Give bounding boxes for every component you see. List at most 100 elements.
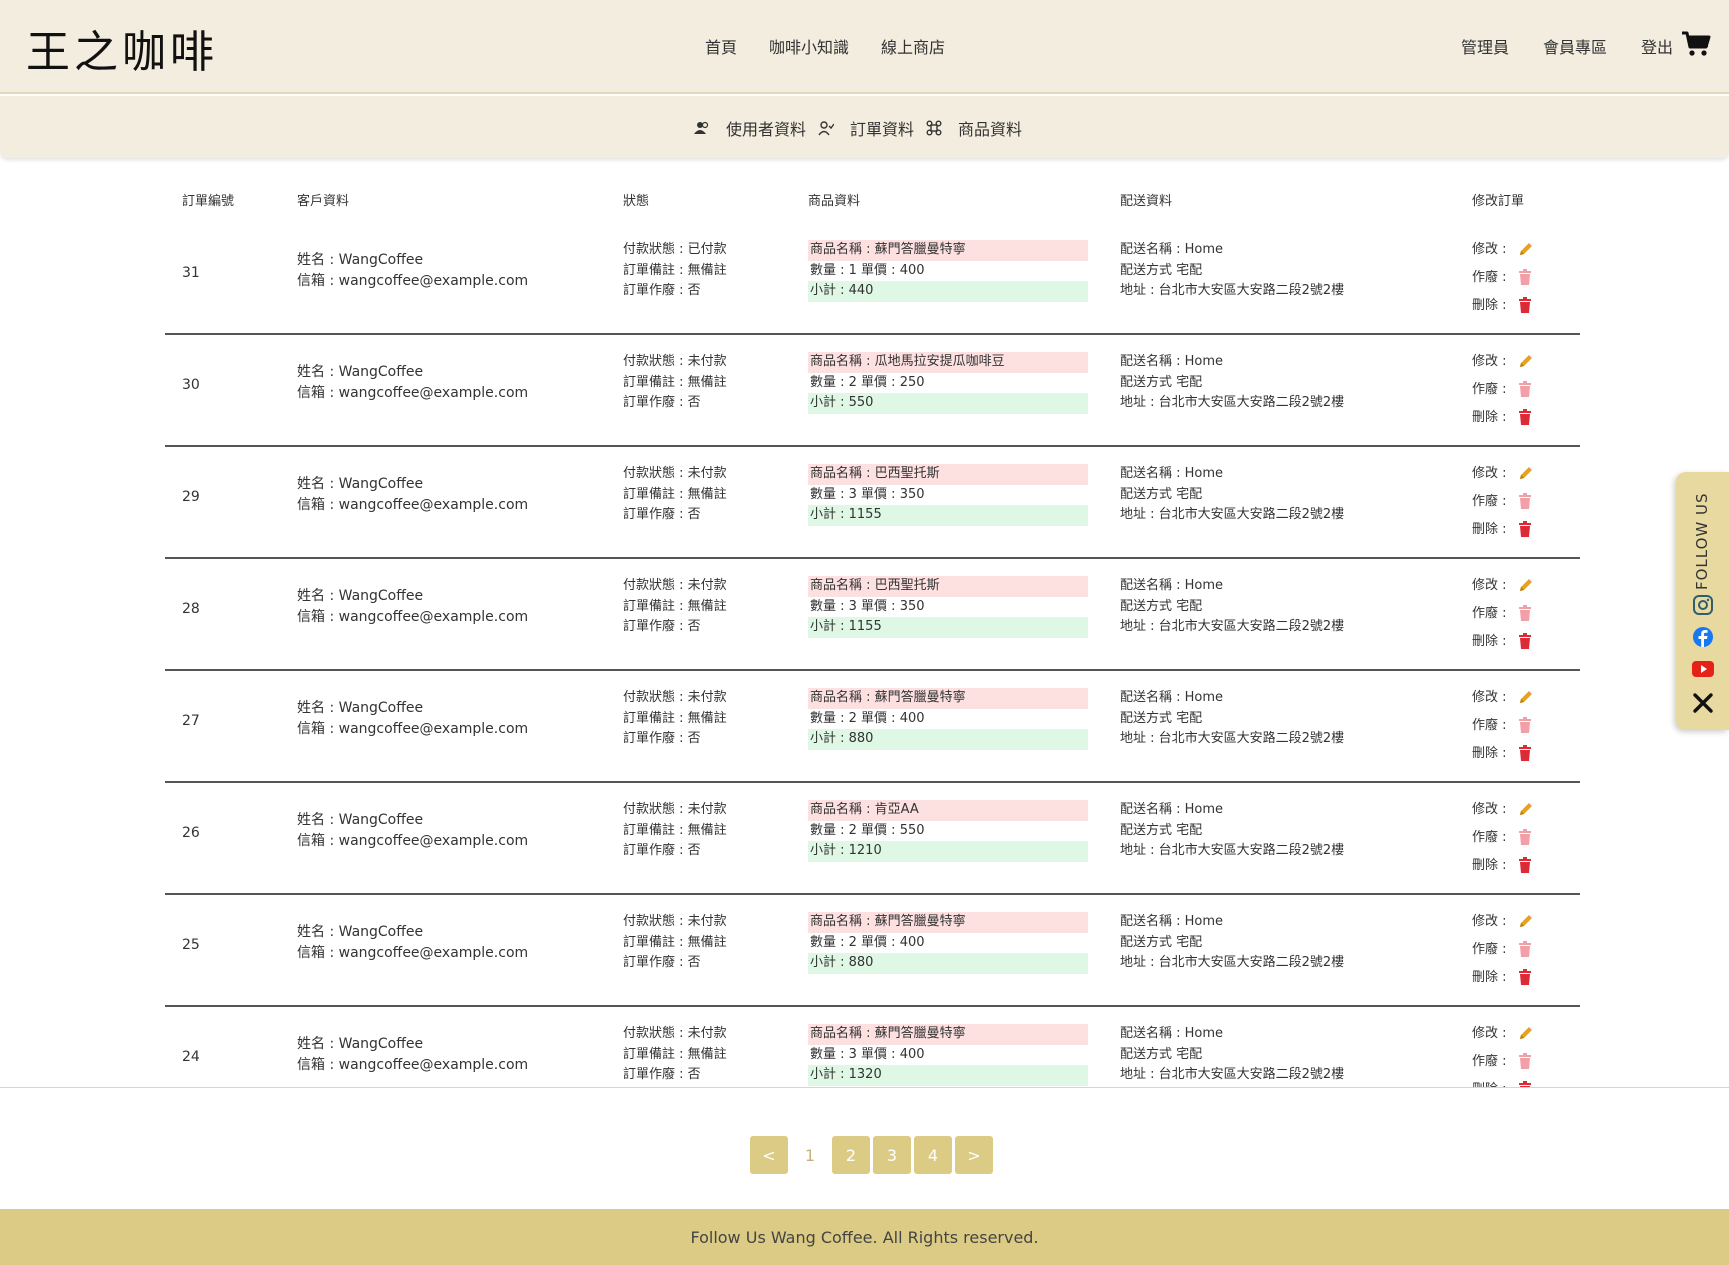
follow-us-label: FOLLOW US (1693, 492, 1711, 590)
nav-admin-link[interactable]: 管理員 (1461, 34, 1509, 58)
nav-home-link[interactable]: 首頁 (705, 34, 737, 58)
pencil-icon[interactable] (1518, 577, 1534, 593)
trash-icon[interactable] (1518, 745, 1532, 761)
trash-icon[interactable] (1518, 409, 1532, 425)
page-3-button[interactable]: 3 (873, 1136, 911, 1174)
shipping-name: 配送名稱 : Home (1120, 354, 1224, 369)
order-note: 訂單備註 : 無備註 (623, 934, 727, 950)
trash-icon[interactable] (1518, 493, 1532, 509)
payment-status: 付款狀態 : 未付款 (623, 354, 727, 369)
customer-email: 信箱 : wangcoffee@example.com (297, 609, 529, 625)
trash-icon[interactable] (1518, 969, 1532, 985)
table-row: 24 姓名 : WangCoffee 信箱 : wangcoffee@example… (165, 1007, 1580, 1087)
pencil-icon[interactable] (1518, 801, 1534, 817)
main-nav: 首頁 咖啡小知識 線上商店 (705, 34, 945, 58)
product-name: 商品名稱 : 瓜地馬拉安提瓜咖啡豆 (808, 352, 1088, 373)
prev-page-button[interactable]: < (750, 1136, 788, 1174)
subnav-product-data-link[interactable]: 商品資料 (958, 116, 1022, 140)
nav-online-store-link[interactable]: 線上商店 (881, 34, 945, 58)
customer-info: 姓名 : WangCoffee 信箱 : wangcoffee@example.c… (297, 586, 528, 628)
pencil-icon[interactable] (1518, 241, 1534, 257)
facebook-icon[interactable] (1692, 626, 1714, 648)
customer-name: 姓名 : WangCoffee (297, 700, 424, 716)
nav-member-area-link[interactable]: 會員專區 (1543, 34, 1607, 58)
order-void-status: 訂單作廢 : 否 (623, 283, 701, 298)
product-subtotal: 小計 : 1155 (808, 505, 1088, 526)
pencil-icon[interactable] (1518, 689, 1534, 705)
x-icon[interactable] (1692, 692, 1714, 714)
customer-email: 信箱 : wangcoffee@example.com (297, 945, 529, 961)
order-actions: 修改 : 作廢 : 刪除 : (1472, 907, 1534, 991)
product-quantity-price: 數量 : 2 單價 : 550 (810, 822, 925, 838)
payment-status: 付款狀態 : 未付款 (623, 578, 727, 593)
payment-status: 付款狀態 : 未付款 (623, 466, 727, 481)
customer-name: 姓名 : WangCoffee (297, 588, 424, 604)
order-status: 付款狀態 : 未付款 訂單備註 : 無備註 訂單作廢 : 否 (623, 912, 727, 974)
page-4-button[interactable]: 4 (914, 1136, 952, 1174)
shipping-address: 地址 : 台北市大安區大安路二段2號2樓 (1120, 731, 1345, 746)
orders-table[interactable]: 訂單編號 客戶資料 狀態 商品資料 配送資料 修改訂單 31 姓名 : WangC… (0, 160, 1729, 1088)
instagram-icon[interactable] (1692, 594, 1714, 616)
order-id: 29 (182, 489, 200, 505)
order-void-status: 訂單作廢 : 否 (623, 731, 701, 746)
trash-icon[interactable] (1518, 269, 1532, 285)
trash-icon[interactable] (1518, 829, 1532, 845)
subnav-order-data-link[interactable]: 訂單資料 (850, 116, 914, 140)
site-logo[interactable]: 王之咖啡 (26, 16, 218, 80)
order-actions: 修改 : 作廢 : 刪除 : (1472, 235, 1534, 319)
order-actions: 修改 : 作廢 : 刪除 : (1472, 571, 1534, 655)
shipping-address: 地址 : 台北市大安區大安路二段2號2樓 (1120, 955, 1345, 970)
order-status: 付款狀態 : 未付款 訂單備註 : 無備註 訂單作廢 : 否 (623, 352, 727, 414)
nav-coffee-knowledge-link[interactable]: 咖啡小知識 (769, 34, 849, 58)
pencil-icon[interactable] (1518, 913, 1534, 929)
nav-logout-link[interactable]: 登出 (1641, 34, 1673, 58)
product-name: 商品名稱 : 蘇門答臘曼特寧 (808, 688, 1088, 709)
order-note: 訂單備註 : 無備註 (623, 710, 727, 726)
page-1-button[interactable]: 1 (791, 1136, 829, 1174)
pencil-icon[interactable] (1518, 465, 1534, 481)
order-status: 付款狀態 : 未付款 訂單備註 : 無備註 訂單作廢 : 否 (623, 576, 727, 638)
pagination: < 1 2 3 4 > (750, 1136, 993, 1174)
trash-icon[interactable] (1518, 633, 1532, 649)
trash-icon[interactable] (1518, 605, 1532, 621)
next-page-button[interactable]: > (955, 1136, 993, 1174)
customer-email: 信箱 : wangcoffee@example.com (297, 833, 529, 849)
delete-label: 刪除 : (1472, 857, 1507, 873)
shipping-address: 地址 : 台北市大安區大安路二段2號2樓 (1120, 395, 1345, 410)
youtube-icon[interactable] (1692, 660, 1714, 678)
trash-icon[interactable] (1518, 857, 1532, 873)
product-name: 商品名稱 : 蘇門答臘曼特寧 (808, 912, 1088, 933)
delete-label: 刪除 : (1472, 409, 1507, 425)
users-icon (694, 121, 709, 134)
product-quantity-price: 數量 : 2 單價 : 250 (810, 374, 925, 390)
trash-icon[interactable] (1518, 381, 1532, 397)
page-2-button[interactable]: 2 (832, 1136, 870, 1174)
table-row: 29 姓名 : WangCoffee 信箱 : wangcoffee@example… (165, 447, 1580, 559)
void-label: 作廢 : (1472, 941, 1507, 957)
order-void-status: 訂單作廢 : 否 (623, 843, 701, 858)
table-row: 27 姓名 : WangCoffee 信箱 : wangcoffee@example… (165, 671, 1580, 783)
header-edit-order: 修改訂單 (1472, 194, 1525, 209)
void-label: 作廢 : (1472, 829, 1507, 845)
pencil-icon[interactable] (1518, 353, 1534, 369)
customer-email: 信箱 : wangcoffee@example.com (297, 1057, 529, 1073)
pencil-icon[interactable] (1518, 1025, 1534, 1041)
trash-icon[interactable] (1518, 941, 1532, 957)
payment-status: 付款狀態 : 未付款 (623, 690, 727, 705)
product-quantity-price: 數量 : 3 單價 : 350 (810, 598, 925, 614)
trash-icon[interactable] (1518, 521, 1532, 537)
shopping-cart-icon[interactable] (1681, 30, 1711, 58)
trash-icon[interactable] (1518, 1081, 1532, 1087)
order-void-status: 訂單作廢 : 否 (623, 955, 701, 970)
subnav-user-data-link[interactable]: 使用者資料 (726, 116, 806, 140)
trash-icon[interactable] (1518, 1053, 1532, 1069)
shipping-name: 配送名稱 : Home (1120, 914, 1224, 929)
order-status: 付款狀態 : 未付款 訂單備註 : 無備註 訂單作廢 : 否 (623, 800, 727, 862)
trash-icon[interactable] (1518, 717, 1532, 733)
product-quantity-price: 數量 : 2 單價 : 400 (810, 934, 925, 950)
edit-label: 修改 : (1472, 801, 1507, 817)
shipping-name: 配送名稱 : Home (1120, 1026, 1224, 1041)
product-subtotal: 小計 : 1320 (808, 1065, 1088, 1086)
trash-icon[interactable] (1518, 297, 1532, 313)
payment-status: 付款狀態 : 未付款 (623, 1026, 727, 1041)
